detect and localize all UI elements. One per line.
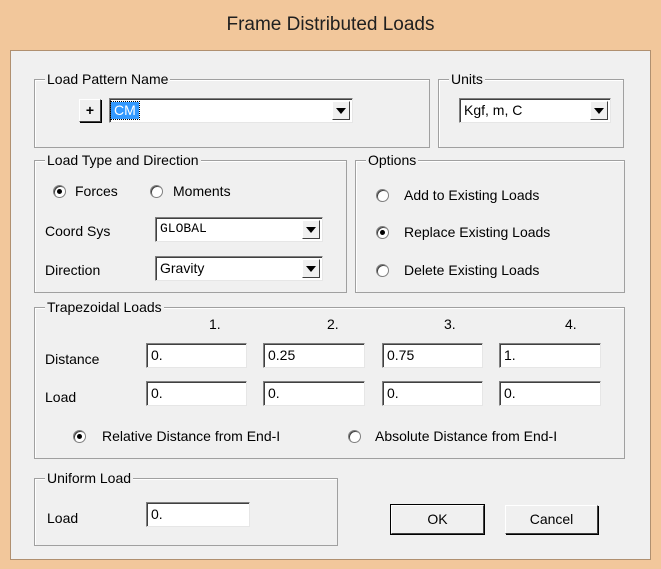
load-field-1[interactable]: 0. xyxy=(146,381,247,406)
load-pattern-selected: CM xyxy=(110,101,140,120)
delete-existing-label: Delete Existing Loads xyxy=(404,262,540,278)
window-title: Frame Distributed Loads xyxy=(226,14,435,35)
moments-label: Moments xyxy=(173,183,231,199)
units-group: Units Kgf, m, C xyxy=(438,71,624,148)
replace-existing-radio[interactable] xyxy=(376,226,389,239)
forces-radio[interactable] xyxy=(53,185,66,198)
load-field-4[interactable]: 0. xyxy=(499,381,601,406)
trapezoidal-group-label: Trapezoidal Loads xyxy=(45,299,164,315)
load-type-group-label: Load Type and Direction xyxy=(45,152,201,168)
add-existing-label: Add to Existing Loads xyxy=(404,187,540,203)
uniform-load-label: Load xyxy=(47,510,79,526)
distance-field-4[interactable]: 1. xyxy=(499,343,601,368)
dialog-body: Load Pattern Name + CM Units Kgf, m, C L… xyxy=(10,50,651,560)
distance-field-1[interactable]: 0. xyxy=(146,343,247,368)
distance-field-2[interactable]: 0.25 xyxy=(263,343,365,368)
coord-sys-label: Coord Sys xyxy=(45,223,111,239)
uniform-load-group: Uniform Load Load 0. xyxy=(34,470,338,546)
load-pattern-group-label: Load Pattern Name xyxy=(45,71,171,87)
ok-button[interactable]: OK xyxy=(390,504,485,535)
coord-sys-dropdown[interactable]: GLOBAL xyxy=(155,217,323,242)
units-dropdown[interactable]: Kgf, m, C xyxy=(459,98,611,123)
direction-dropdown[interactable]: Gravity xyxy=(155,256,323,281)
delete-existing-radio[interactable] xyxy=(376,264,389,277)
relative-distance-radio[interactable] xyxy=(73,430,86,443)
column-header-1: 1. xyxy=(209,316,221,332)
distance-label: Distance xyxy=(45,351,100,367)
load-pattern-group: Load Pattern Name + CM xyxy=(34,71,430,148)
chevron-down-icon[interactable] xyxy=(302,259,320,278)
units-selected: Kgf, m, C xyxy=(464,102,523,118)
column-header-3: 3. xyxy=(444,316,456,332)
units-group-label: Units xyxy=(449,71,485,87)
load-field-3[interactable]: 0. xyxy=(382,381,483,406)
options-group-label: Options xyxy=(366,152,419,168)
trapezoidal-load-label: Load xyxy=(45,389,77,405)
cancel-button[interactable]: Cancel xyxy=(505,505,598,534)
absolute-distance-label: Absolute Distance from End-I xyxy=(375,428,558,444)
chevron-down-icon[interactable] xyxy=(302,220,320,239)
direction-value: Gravity xyxy=(160,260,205,276)
relative-distance-label: Relative Distance from End-I xyxy=(102,428,281,444)
forces-label: Forces xyxy=(75,183,118,199)
uniform-load-field[interactable]: 0. xyxy=(146,502,250,527)
chevron-down-icon[interactable] xyxy=(332,101,350,120)
direction-label: Direction xyxy=(45,262,101,278)
load-type-group: Load Type and Direction Forces Moments C… xyxy=(34,152,347,293)
add-existing-radio[interactable] xyxy=(376,189,389,202)
column-header-4: 4. xyxy=(565,316,577,332)
column-header-2: 2. xyxy=(327,316,339,332)
load-pattern-dropdown[interactable]: CM xyxy=(109,98,353,123)
trapezoidal-group: Trapezoidal Loads 1. 2. 3. 4. Distance 0… xyxy=(34,299,625,459)
add-load-pattern-button[interactable]: + xyxy=(79,99,101,122)
load-field-2[interactable]: 0. xyxy=(263,381,365,406)
chevron-down-icon[interactable] xyxy=(590,101,608,120)
distance-field-3[interactable]: 0.75 xyxy=(382,343,483,368)
uniform-load-group-label: Uniform Load xyxy=(45,470,134,486)
coord-sys-value: GLOBAL xyxy=(160,221,207,236)
moments-radio[interactable] xyxy=(150,185,163,198)
options-group: Options Add to Existing Loads Replace Ex… xyxy=(355,152,625,293)
absolute-distance-radio[interactable] xyxy=(348,430,361,443)
replace-existing-label: Replace Existing Loads xyxy=(404,224,551,240)
